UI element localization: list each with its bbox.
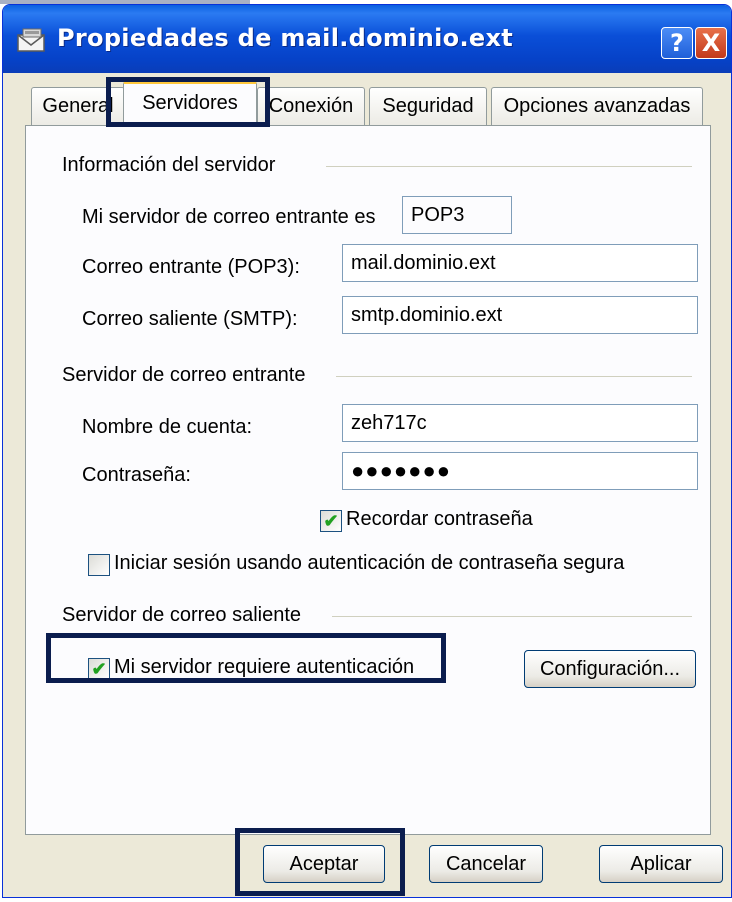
apply-button[interactable]: Aplicar [599, 845, 723, 883]
incoming-type-field: POP3 [402, 196, 512, 234]
secure-auth-label[interactable]: Iniciar sesión usando autenticación de c… [114, 552, 624, 575]
password-input[interactable]: ●●●●●●● [342, 452, 698, 490]
group-divider [332, 616, 692, 617]
remember-password-checkbox[interactable]: ✔ [320, 510, 342, 532]
configuration-button[interactable]: Configuración... [524, 650, 696, 688]
servidores-panel: Información del servidor Mi servidor de … [25, 125, 711, 835]
incoming-server-input[interactable]: mail.dominio.ext [342, 244, 698, 282]
secure-auth-checkbox[interactable] [88, 554, 110, 576]
dialog-title: Propiedades de mail.dominio.ext [57, 24, 514, 52]
group-title-incoming: Servidor de correo entrante [62, 364, 306, 386]
properties-dialog: Propiedades de mail.dominio.ext ? X Gene… [2, 4, 732, 898]
group-divider [326, 166, 692, 167]
help-button[interactable]: ? [661, 27, 693, 59]
incoming-server-label: Correo entrante (POP3): [82, 256, 300, 278]
outgoing-server-label: Correo saliente (SMTP): [82, 308, 298, 330]
account-name-input[interactable]: zeh717c [342, 404, 698, 442]
tab-seguridad[interactable]: Seguridad [369, 87, 487, 125]
password-label: Contraseña: [82, 464, 191, 486]
close-button[interactable]: X [695, 27, 727, 59]
group-title-server-info: Información del servidor [62, 154, 276, 176]
mail-envelope-icon [17, 28, 45, 52]
title-bar[interactable]: Propiedades de mail.dominio.ext ? X [3, 5, 731, 73]
tab-opciones-avanzadas[interactable]: Opciones avanzadas [491, 87, 703, 125]
highlight-servidores-tab [106, 77, 270, 127]
cancel-button[interactable]: Cancelar [429, 845, 543, 883]
remember-password-label[interactable]: Recordar contraseña [346, 508, 533, 531]
highlight-ok-button [235, 828, 405, 896]
group-title-outgoing: Servidor de correo saliente [62, 604, 302, 626]
incoming-type-label: Mi servidor de correo entrante es [82, 206, 376, 228]
outgoing-server-input[interactable]: smtp.dominio.ext [342, 296, 698, 334]
account-name-label: Nombre de cuenta: [82, 416, 253, 438]
highlight-requires-auth [46, 633, 446, 683]
group-divider [336, 376, 692, 377]
tab-conexion[interactable]: Conexión [257, 87, 365, 125]
